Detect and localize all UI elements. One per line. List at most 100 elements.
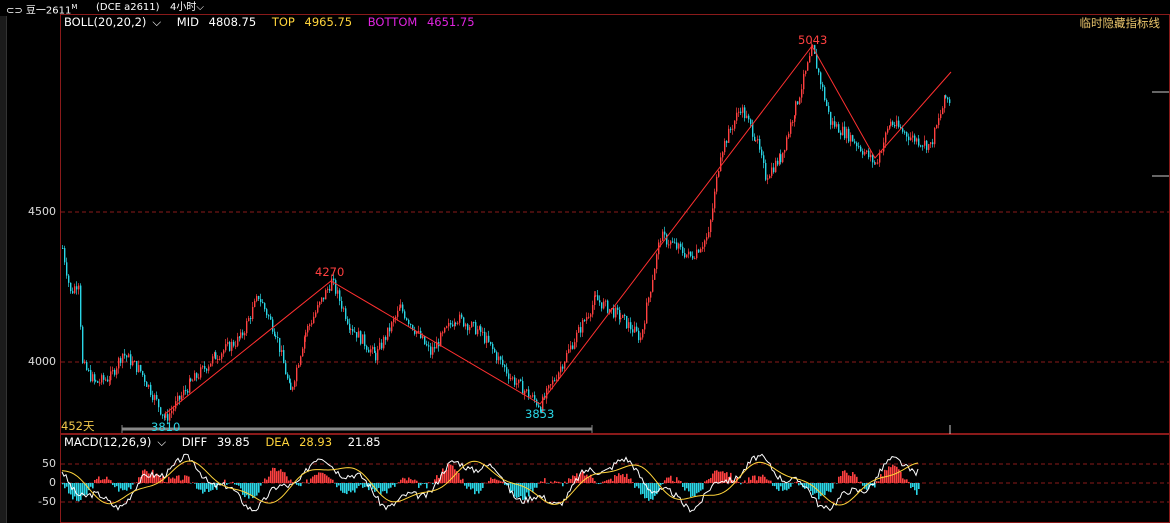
candle-body xyxy=(508,373,510,379)
candle-body xyxy=(755,140,757,142)
candle-body xyxy=(152,394,154,400)
candle-body xyxy=(469,327,471,331)
macd-bar xyxy=(348,483,350,491)
macd-bar xyxy=(662,483,664,485)
candle-body xyxy=(947,97,949,100)
macd-bar xyxy=(232,481,234,483)
hide-indicator-button[interactable]: 临时隐藏指标线 xyxy=(1080,15,1161,31)
candle-body xyxy=(615,307,617,318)
macd-name[interactable]: MACD(12,26,9) ⌵ xyxy=(64,435,172,449)
candle-body xyxy=(500,356,502,360)
macd-bar xyxy=(64,483,66,489)
macd-bar xyxy=(474,483,476,495)
candle-body xyxy=(646,302,648,324)
candle-body xyxy=(648,297,650,303)
macd-bar xyxy=(540,481,542,483)
candle-body xyxy=(506,367,508,374)
candle-body xyxy=(217,359,219,361)
peak-label-1: 4270 xyxy=(315,265,345,279)
macd-bar xyxy=(912,483,914,488)
candle-body xyxy=(576,332,578,343)
macd-bar xyxy=(240,483,242,489)
macd-bar xyxy=(350,483,352,493)
macd-bar xyxy=(706,480,708,483)
candle-body xyxy=(387,327,389,340)
macd-bar xyxy=(498,480,500,483)
macd-bar xyxy=(560,482,562,484)
macd-bar xyxy=(556,481,558,483)
macd-bar xyxy=(786,483,788,491)
candle-body xyxy=(368,349,370,353)
macd-bar xyxy=(104,479,106,483)
macd-bar xyxy=(780,483,782,487)
candle-body xyxy=(150,384,152,395)
candle-body xyxy=(660,240,662,243)
macd-bar xyxy=(358,483,360,486)
macd-bar xyxy=(690,483,692,497)
macd-bar xyxy=(760,476,762,483)
candle-body xyxy=(364,334,366,347)
candle-body xyxy=(574,342,576,349)
macd-bar xyxy=(816,483,818,493)
candle-body xyxy=(196,373,198,378)
candle-body xyxy=(146,381,148,387)
macd-bar xyxy=(512,483,514,491)
candle-body xyxy=(275,335,277,337)
macd-bar xyxy=(852,472,854,483)
candle-body xyxy=(252,306,254,319)
macd-bar xyxy=(112,483,114,486)
candle-body xyxy=(588,316,590,318)
candle-body xyxy=(343,308,345,310)
candle-body xyxy=(514,377,516,385)
macd-y-tick--50: -50 xyxy=(38,495,56,508)
candle-body xyxy=(473,322,475,324)
macd-bar xyxy=(604,481,606,483)
macd-bar xyxy=(378,483,380,488)
candle-body xyxy=(434,347,436,349)
candle-body xyxy=(582,320,584,333)
candle-body xyxy=(510,378,512,380)
macd-bar xyxy=(878,481,880,483)
candle-body xyxy=(928,144,930,150)
candle-body xyxy=(442,332,444,334)
macd-bar xyxy=(630,478,632,483)
candle-body xyxy=(397,310,399,317)
macd-bar xyxy=(896,466,898,483)
candle-body xyxy=(811,46,813,57)
macd-bar xyxy=(918,483,920,490)
candle-body xyxy=(347,319,349,324)
macd-bar xyxy=(632,482,634,483)
candle-body xyxy=(379,342,381,350)
candle-body xyxy=(520,379,522,382)
y-tick-4000: 4000 xyxy=(28,355,56,368)
macd-bar xyxy=(794,482,796,483)
macd-bar xyxy=(380,483,382,495)
boll-name[interactable]: BOLL(20,20,2) ⌵ xyxy=(64,15,167,29)
candle-body xyxy=(110,371,112,381)
candle-body xyxy=(592,305,594,315)
macd-bar xyxy=(426,483,428,489)
macd-bar xyxy=(826,483,828,491)
macd-bar xyxy=(862,483,864,486)
macd-bar xyxy=(860,481,862,483)
macd-bar xyxy=(94,479,96,483)
candle-body xyxy=(116,368,118,375)
candle-body xyxy=(223,350,225,354)
macd-bar xyxy=(698,483,700,493)
candle-body xyxy=(358,331,360,338)
candle-body xyxy=(650,291,652,298)
candles-group xyxy=(62,42,951,425)
candle-body xyxy=(432,347,434,355)
candle-body xyxy=(724,141,726,153)
candle-body xyxy=(860,146,862,152)
candle-body xyxy=(389,327,391,332)
macd-bar xyxy=(276,471,278,483)
macd-bar xyxy=(134,482,136,484)
macd-bar xyxy=(812,483,814,495)
candle-body xyxy=(578,327,580,333)
macd-bar xyxy=(268,476,270,483)
macd-bar xyxy=(664,480,666,483)
candle-body xyxy=(311,323,313,325)
candle-body xyxy=(287,374,289,379)
macd-bar xyxy=(908,481,910,483)
